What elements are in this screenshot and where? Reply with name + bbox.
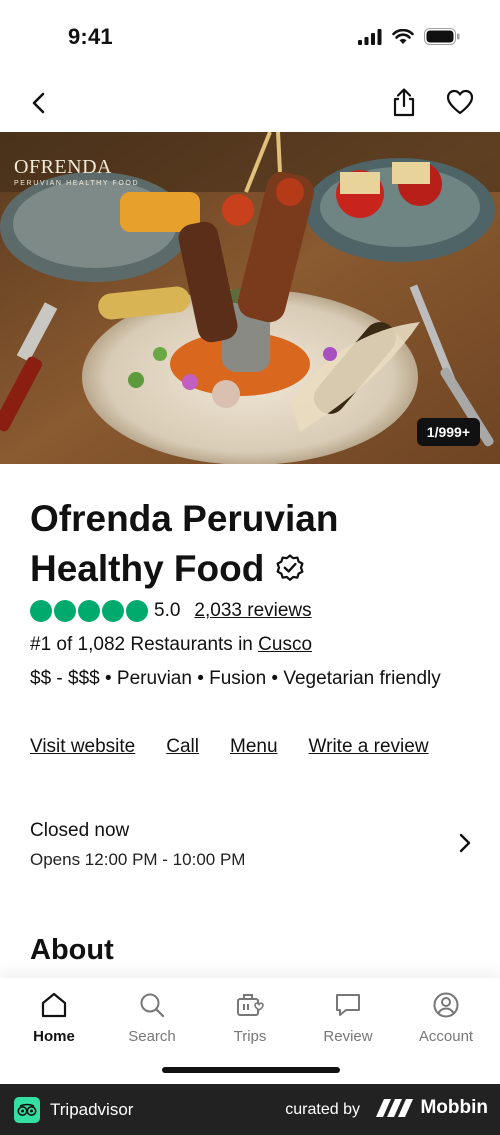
action-links: Visit website Call Menu Write a review xyxy=(30,736,429,758)
tab-label: Home xyxy=(33,1028,75,1045)
ranking-text: #1 of 1,082 Restaurants in xyxy=(30,634,259,655)
rating-bubble xyxy=(78,600,100,622)
tripadvisor-logo-icon xyxy=(14,1097,40,1123)
wifi-icon xyxy=(392,28,414,50)
mobbin-brand: Mobbin xyxy=(376,1097,488,1119)
tab-bar: Home Search Trips Review Account xyxy=(0,978,500,1084)
back-button[interactable] xyxy=(22,86,56,120)
logo-subtext: PERUVIAN HEALTHY FOOD xyxy=(14,180,140,187)
tab-home[interactable]: Home xyxy=(5,990,103,1045)
verified-badge-icon[interactable] xyxy=(274,548,306,598)
photo-counter: 1/999+ xyxy=(416,418,480,446)
rating-bubble xyxy=(126,600,148,622)
search-icon xyxy=(140,993,165,1018)
tab-search[interactable]: Search xyxy=(103,990,201,1045)
logo-text: OFRENDA xyxy=(14,156,112,178)
signal-icon xyxy=(358,28,382,50)
tab-trips[interactable]: Trips xyxy=(201,990,299,1045)
tab-label: Search xyxy=(128,1028,176,1045)
restaurant-logo: OFRENDA PERUVIAN HEALTHY FOOD xyxy=(14,156,139,187)
footer-bar: Tripadvisor curated by Mobbin xyxy=(0,1084,500,1135)
rating-value: 5.0 xyxy=(154,600,181,621)
heart-icon xyxy=(446,89,474,115)
status-bar: 9:41 xyxy=(0,0,500,74)
cuisine-tags: $$ - $$$ • Peruvian • Fusion • Vegetaria… xyxy=(30,668,441,689)
hours-status: Closed now xyxy=(30,820,130,841)
battery-icon xyxy=(424,28,460,50)
share-icon xyxy=(393,88,415,117)
home-icon xyxy=(41,992,67,1018)
tab-review[interactable]: Review xyxy=(299,990,397,1045)
rating-row: 5.0 2,033 reviews xyxy=(30,600,312,622)
call-link[interactable]: Call xyxy=(166,736,199,758)
ranking: #1 of 1,082 Restaurants in Cusco xyxy=(30,634,312,656)
restaurant-name: Ofrenda Peruvian Healthy Food xyxy=(30,494,470,598)
hours-detail: Opens 12:00 PM - 10:00 PM xyxy=(30,850,246,869)
rating-bubble xyxy=(54,600,76,622)
top-nav xyxy=(0,74,500,132)
favorite-button[interactable] xyxy=(442,84,478,120)
chevron-right-icon xyxy=(458,832,472,859)
trips-icon xyxy=(237,994,264,1016)
tab-label: Account xyxy=(418,1028,474,1045)
rating-bubbles xyxy=(30,600,148,622)
write-review-link[interactable]: Write a review xyxy=(309,736,429,758)
about-heading: About xyxy=(30,934,114,966)
curated-by-label: curated by xyxy=(285,1101,360,1118)
mobbin-name: Mobbin xyxy=(420,1097,488,1118)
rating-bubble xyxy=(30,600,52,622)
chevron-left-icon xyxy=(32,92,45,114)
share-button[interactable] xyxy=(386,84,422,120)
account-icon xyxy=(433,992,459,1018)
tab-account[interactable]: Account xyxy=(397,990,495,1045)
menu-link[interactable]: Menu xyxy=(230,736,278,758)
tab-label: Review xyxy=(323,1028,373,1045)
tab-label: Trips xyxy=(233,1028,267,1045)
city-link[interactable]: Cusco xyxy=(258,634,312,655)
hero-photo[interactable]: OFRENDA PERUVIAN HEALTHY FOOD 1/999+ xyxy=(0,132,500,464)
home-indicator xyxy=(162,1067,340,1073)
status-icons xyxy=(358,28,460,50)
review-icon xyxy=(336,994,360,1016)
visit-website-link[interactable]: Visit website xyxy=(30,736,135,758)
hours-row[interactable]: Closed now Opens 12:00 PM - 10:00 PM xyxy=(30,820,472,874)
status-time: 9:41 xyxy=(68,24,113,49)
reviews-link[interactable]: 2,033 reviews xyxy=(194,600,311,622)
mobbin-logo-icon xyxy=(376,1099,414,1117)
rating-bubble xyxy=(102,600,124,622)
tripadvisor-name: Tripadvisor xyxy=(50,1100,134,1119)
